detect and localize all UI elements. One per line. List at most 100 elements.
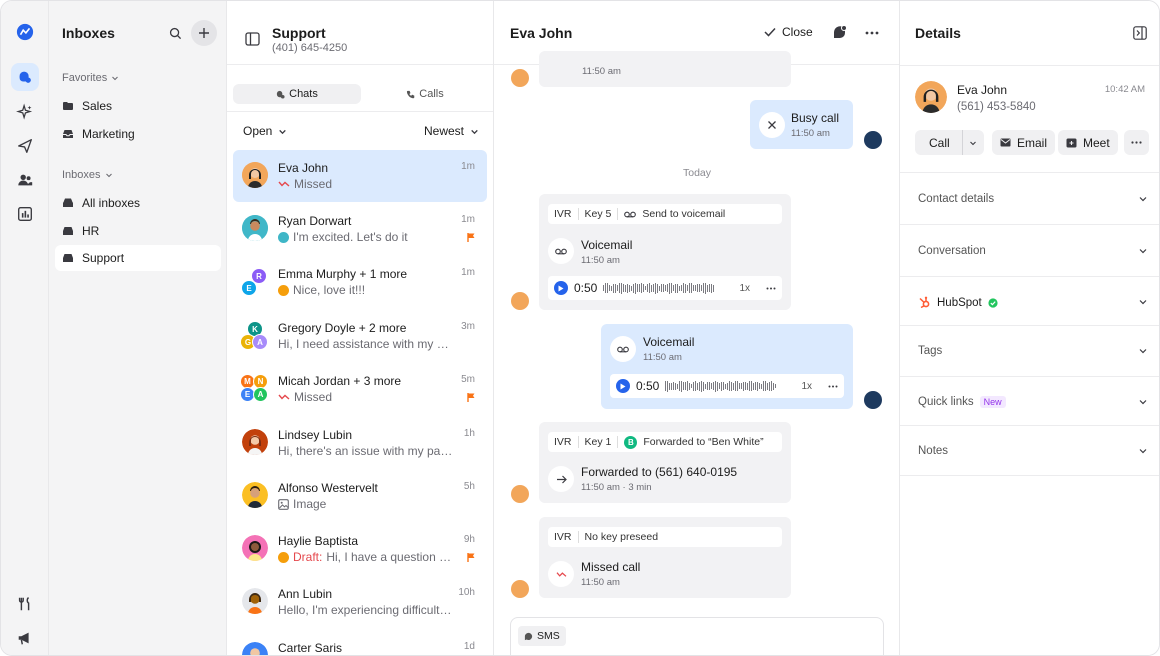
conversation-item[interactable]: M N E A Micah Jordan + 3 more Missed 5m (233, 363, 487, 415)
nav-item-label: Support (82, 251, 125, 265)
nav-item-label: All inboxes (82, 196, 141, 210)
avatar: B (624, 435, 638, 449)
ivr-label: IVR (554, 531, 579, 543)
sort-label: Newest (423, 124, 464, 138)
nav-title: Inboxes (62, 25, 115, 41)
send-icon[interactable] (11, 132, 39, 160)
play-button[interactable] (616, 379, 630, 393)
voicemail-bubble: IVR Key 5 Send to voicemail Voicemail 11… (539, 194, 791, 310)
tab-chats[interactable]: Chats (233, 84, 361, 104)
nav-item-sales[interactable]: Sales (55, 93, 221, 119)
add-inbox-button[interactable] (191, 20, 217, 46)
contact-avatar (511, 69, 529, 87)
section-notes[interactable]: Notes (900, 425, 1159, 476)
nav-item-support[interactable]: Support (55, 245, 221, 271)
conversation-time: 10h (458, 587, 475, 598)
collapse-panel-icon[interactable] (1133, 26, 1147, 40)
conversation-item[interactable]: R E Emma Murphy + 1 more Nice, love it!!… (233, 256, 487, 308)
conversation-time: 1d (463, 641, 475, 652)
conversation-time: 3m (461, 321, 475, 332)
nav-item-marketing[interactable]: Marketing (55, 121, 221, 147)
image-icon (278, 498, 289, 510)
sender-avatar (278, 284, 289, 296)
play-button[interactable] (554, 281, 568, 295)
call-bubble: 11:50 am (539, 51, 791, 87)
close-icon (759, 112, 785, 138)
more-icon[interactable] (865, 31, 879, 35)
chat-icon (277, 90, 285, 99)
details-panel: Details Eva John (561) 453-5840 10:42 AM… (900, 1, 1159, 655)
draft-label: Draft: (293, 550, 323, 564)
conversation-item[interactable]: Alfonso Westervelt Image 5h (233, 470, 487, 522)
chevron-down-icon (1139, 197, 1147, 202)
playback-speed[interactable]: 1x (739, 283, 750, 294)
action-label: Email (1017, 135, 1048, 150)
status-filter-label: Open (243, 124, 273, 138)
contacts-icon[interactable] (11, 166, 39, 194)
conversation-time: 1m (461, 267, 475, 278)
call-options-dropdown[interactable] (961, 130, 977, 155)
close-label: Close (782, 25, 813, 39)
more-actions-button[interactable] (1124, 130, 1149, 155)
tab-calls[interactable]: Calls (361, 84, 489, 104)
call-button[interactable]: Call (915, 130, 984, 155)
section-hubspot[interactable]: HubSpot (900, 276, 1159, 325)
contact-local-time: 10:42 AM (1104, 84, 1145, 95)
logo-icon[interactable] (11, 18, 39, 46)
avatar: E (241, 280, 257, 296)
nav-item-hr[interactable]: HR (55, 218, 221, 244)
status-filter[interactable]: Open (243, 124, 287, 138)
waveform[interactable] (665, 380, 777, 392)
conversation-item[interactable]: Carter Saris 1d (233, 630, 487, 655)
playback-speed[interactable]: 1x (801, 381, 812, 392)
section-tags[interactable]: Tags (900, 325, 1159, 376)
reports-icon[interactable] (11, 200, 39, 228)
conversation-name: Micah Jordan + 3 more (278, 374, 402, 388)
search-icon[interactable] (162, 20, 188, 46)
message-composer[interactable]: SMS (510, 617, 884, 655)
close-conversation-button[interactable]: Close (764, 25, 813, 39)
conversation-item[interactable]: Lindsey Lubin Hi, there's an issue with … (233, 417, 487, 469)
sender-avatar (278, 551, 289, 563)
conversation-item[interactable]: Ann Lubin Hello, I'm experiencing diffic… (233, 576, 487, 628)
avatar (242, 162, 268, 188)
inbox-icon[interactable] (11, 63, 39, 91)
section-label: Conversation (918, 245, 986, 257)
email-button[interactable]: Email (992, 130, 1056, 155)
conversation-item[interactable]: Ryan Dorwart I'm excited. Let's do it 1m (233, 203, 487, 255)
section-quick-links[interactable]: Quick links New (900, 376, 1159, 425)
calendar-icon (1066, 138, 1077, 148)
conversation-item[interactable]: Eva John Missed 1m (233, 150, 487, 202)
section-conversation[interactable]: Conversation (900, 224, 1159, 276)
section-contact-details[interactable]: Contact details (900, 172, 1159, 224)
meet-button[interactable]: Meet (1058, 130, 1118, 155)
preview-text: Image (293, 497, 327, 511)
nav-item-all-inboxes[interactable]: All inboxes (55, 190, 221, 216)
flag-icon[interactable] (467, 393, 475, 402)
integrations-icon[interactable] (11, 590, 39, 618)
conversation-item[interactable]: Haylie Baptista Draft: Hi, I have a ques… (233, 523, 487, 575)
more-icon[interactable] (828, 385, 838, 388)
snooze-icon[interactable] (832, 25, 848, 40)
announcements-icon[interactable] (11, 624, 39, 652)
bubble-time: 11:50 am · 3 min (581, 482, 652, 493)
more-icon[interactable] (766, 287, 776, 290)
flag-icon[interactable] (467, 553, 475, 562)
bubble-time: 11:50 am (581, 577, 620, 588)
favorites-label: Favorites (62, 72, 108, 84)
conversation-preview: Image (278, 497, 454, 511)
conversation-item[interactable]: K G A Gregory Doyle + 2 more Hi, I need … (233, 310, 487, 362)
sort-dropdown[interactable]: Newest (424, 124, 479, 138)
sparkle-icon[interactable] (11, 98, 39, 126)
flag-icon[interactable] (467, 233, 475, 242)
ivr-action: Send to voicemail (642, 208, 726, 220)
waveform[interactable] (603, 282, 715, 294)
plus-icon (199, 28, 209, 38)
favorites-section[interactable]: Favorites (62, 72, 119, 84)
sidebar-toggle-icon[interactable] (245, 32, 260, 46)
voicemail-icon (624, 211, 637, 217)
ivr-key: Key 5 (585, 208, 619, 220)
channel-selector[interactable]: SMS (518, 626, 566, 646)
chevron-down-icon (1139, 249, 1147, 254)
inboxes-section[interactable]: Inboxes (62, 169, 113, 181)
